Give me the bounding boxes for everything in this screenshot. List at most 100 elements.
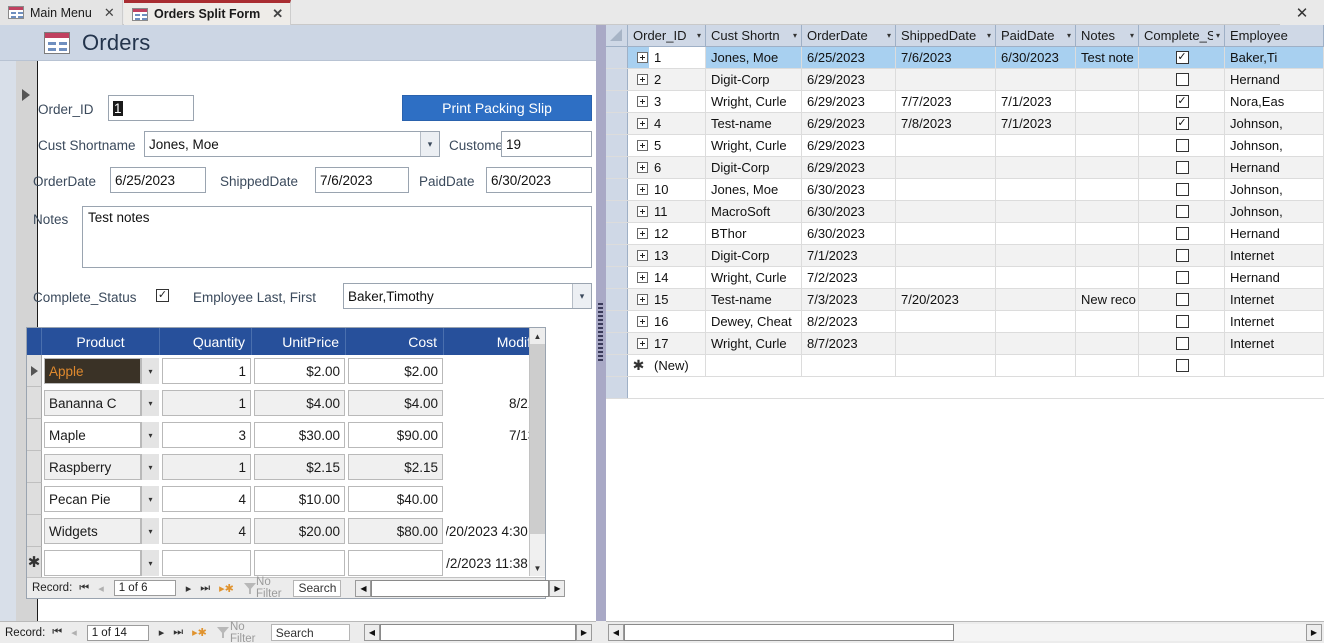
last-record-icon[interactable]: ⏭ <box>171 626 185 639</box>
cell-employee[interactable]: Johnson, <box>1225 179 1324 200</box>
datasheet-record-selector[interactable] <box>606 333 628 354</box>
table-row[interactable]: 13 Digit-Corp 7/1/2023 Internet <box>606 245 1324 267</box>
cell-notes[interactable] <box>1076 179 1139 200</box>
cell-shippeddate[interactable] <box>896 157 996 178</box>
cell-order-id[interactable]: 3 <box>649 91 706 112</box>
table-row[interactable]: 6 Digit-Corp 6/29/2023 Hernand <box>606 157 1324 179</box>
cell-notes[interactable] <box>1076 311 1139 332</box>
cell-complete-status[interactable] <box>1139 179 1225 200</box>
cell-notes[interactable] <box>1076 113 1139 134</box>
cell-order-id[interactable]: 4 <box>649 113 706 134</box>
subform-record-selector[interactable] <box>27 483 42 515</box>
datasheet-record-selector[interactable] <box>606 179 628 200</box>
datasheet-new-row[interactable]: ✱ (New) <box>606 355 1324 377</box>
subform-cell-cost[interactable]: $90.00 <box>346 419 444 451</box>
cell-shippeddate[interactable] <box>896 135 996 156</box>
datasheet-hscroll-thumb[interactable] <box>624 624 954 641</box>
cell-cust-shortname[interactable]: Jones, Moe <box>706 179 802 200</box>
cell-complete-status[interactable] <box>1139 289 1225 310</box>
cell-shippeddate[interactable] <box>896 245 996 266</box>
datasheet-record-selector[interactable] <box>606 355 628 376</box>
datasheet-horizontal-scrollbar[interactable]: ◀ ▶ <box>608 624 1322 641</box>
orderdate-input[interactable]: 6/25/2023 <box>110 167 206 193</box>
expand-subdatasheet-cell[interactable] <box>628 223 649 244</box>
subform-cell-product[interactable]: Widgets ▾ <box>42 515 160 547</box>
cell-cust-shortname[interactable]: Digit-Corp <box>706 69 802 90</box>
subform-cell-product[interactable]: Raspberry ▾ <box>42 451 160 483</box>
chevron-down-icon[interactable]: ▾ <box>141 454 159 480</box>
complete-status-checkbox[interactable] <box>1175 249 1189 262</box>
new-record-icon[interactable]: ▸✱ <box>217 582 236 595</box>
cell-employee[interactable]: Hernand <box>1225 157 1324 178</box>
expand-subdatasheet-cell[interactable] <box>628 267 649 288</box>
cell-shippeddate[interactable] <box>896 267 996 288</box>
cell-cust-shortname[interactable]: Jones, Moe <box>706 47 802 68</box>
subform-vertical-scrollbar[interactable]: ▲ ▼ <box>529 328 545 576</box>
subform-col-unitprice[interactable]: UnitPrice <box>252 328 346 355</box>
table-row[interactable]: 16 Dewey, Cheat 8/2/2023 Internet <box>606 311 1324 333</box>
table-row[interactable]: 12 BThor 6/30/2023 Hernand <box>606 223 1324 245</box>
complete-status-checkbox[interactable] <box>1175 73 1189 86</box>
subform-cell-cost[interactable] <box>346 547 444 579</box>
expand-plus-icon[interactable] <box>637 96 648 107</box>
cell-order-id[interactable]: 17 <box>649 333 706 354</box>
cell-order-id[interactable]: 13 <box>649 245 706 266</box>
cell-order-id[interactable]: (New) <box>649 355 706 376</box>
notes-textarea[interactable]: Test notes <box>82 206 592 268</box>
subform-cell-quantity[interactable]: 1 <box>160 355 252 387</box>
print-packing-slip-button[interactable]: Print Packing Slip <box>402 95 592 121</box>
cell-cust-shortname[interactable]: Digit-Corp <box>706 245 802 266</box>
expand-plus-icon[interactable] <box>637 272 648 283</box>
customerid-input[interactable]: 19 <box>501 131 592 157</box>
subform-cell-unitprice[interactable]: $2.00 <box>252 355 346 387</box>
expand-subdatasheet-cell[interactable] <box>628 91 649 112</box>
datasheet-col-complete-status[interactable]: Complete_S ▾ <box>1139 25 1225 46</box>
main-filter-status[interactable]: No Filter <box>209 621 271 643</box>
scroll-up-icon[interactable]: ▲ <box>530 328 545 344</box>
expand-plus-icon[interactable] <box>637 140 648 151</box>
expand-subdatasheet-cell[interactable] <box>628 201 649 222</box>
cell-cust-shortname[interactable]: Dewey, Cheat <box>706 311 802 332</box>
expand-subdatasheet-cell[interactable] <box>628 179 649 200</box>
cell-notes[interactable] <box>1076 355 1139 376</box>
cell-order-id[interactable]: 5 <box>649 135 706 156</box>
subform-record-selector[interactable] <box>27 355 42 387</box>
cell-shippeddate[interactable] <box>896 355 996 376</box>
cell-orderdate[interactable]: 7/3/2023 <box>802 289 896 310</box>
cell-orderdate[interactable]: 6/29/2023 <box>802 157 896 178</box>
subform-col-product[interactable]: Product <box>42 328 160 355</box>
subform-cell-cost[interactable]: $40.00 <box>346 483 444 515</box>
subform-cell-unitprice[interactable]: $10.00 <box>252 483 346 515</box>
new-record-icon[interactable]: ▸✱ <box>190 626 209 639</box>
scroll-right-icon[interactable]: ▶ <box>1306 624 1322 641</box>
datasheet-record-selector[interactable] <box>606 289 628 310</box>
cell-cust-shortname[interactable]: Wright, Curle <box>706 267 802 288</box>
cell-complete-status[interactable]: ✓ <box>1139 47 1225 68</box>
complete-status-checkbox[interactable] <box>1175 161 1189 174</box>
main-horizontal-scrollbar[interactable]: ◀ ▶ <box>364 624 592 641</box>
cell-employee[interactable]: Internet <box>1225 311 1324 332</box>
cell-paiddate[interactable]: 7/1/2023 <box>996 113 1076 134</box>
cell-order-id[interactable]: 11 <box>649 201 706 222</box>
cell-orderdate[interactable]: 6/30/2023 <box>802 201 896 222</box>
cell-order-id[interactable]: 16 <box>649 311 706 332</box>
datasheet-col-employee[interactable]: Employee <box>1225 25 1324 46</box>
subform-record-selector[interactable] <box>27 419 42 451</box>
subform-row[interactable]: Widgets ▾ 4 $20.00 $80.00 8/20/2023 4:30:3 <box>27 515 545 547</box>
chevron-down-icon[interactable]: ▾ <box>572 284 591 308</box>
cell-shippeddate[interactable]: 7/8/2023 <box>896 113 996 134</box>
cell-orderdate[interactable]: 6/25/2023 <box>802 47 896 68</box>
cell-employee[interactable]: Johnson, <box>1225 201 1324 222</box>
datasheet-record-selector[interactable] <box>606 47 628 68</box>
chevron-down-icon[interactable]: ▾ <box>1127 31 1134 40</box>
subform-col-quantity[interactable]: Quantity <box>160 328 252 355</box>
tab-main-menu[interactable]: Main Menu ✕ <box>0 0 123 25</box>
table-row[interactable]: 11 MacroSoft 6/30/2023 Johnson, <box>606 201 1324 223</box>
subform-search-input[interactable]: Search <box>293 579 342 597</box>
complete-status-checkbox[interactable]: ✓ <box>1175 95 1189 108</box>
expand-subdatasheet-cell[interactable] <box>628 311 649 332</box>
cell-order-id[interactable]: 14 <box>649 267 706 288</box>
cell-complete-status[interactable] <box>1139 135 1225 156</box>
cell-orderdate[interactable]: 7/2/2023 <box>802 267 896 288</box>
datasheet-record-selector[interactable] <box>606 311 628 332</box>
